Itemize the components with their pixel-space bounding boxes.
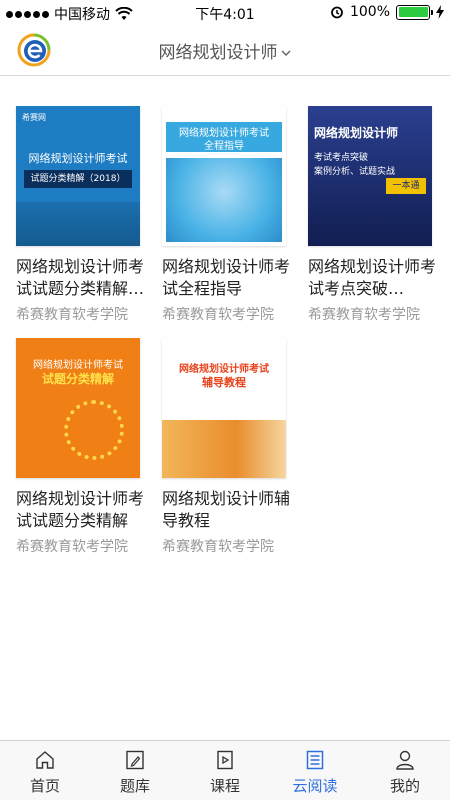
book-cover[interactable]: 网络规划设计师考试 试题分类精解 — [16, 338, 140, 478]
tab-label: 我的 — [389, 777, 420, 795]
question-bank-icon — [126, 750, 144, 770]
tab-label: 题库 — [119, 777, 150, 795]
book-title[interactable]: 网络规划设计师考试考点突破… — [308, 256, 446, 300]
tab-profile[interactable]: 我的 — [360, 741, 450, 800]
cover-subtitle: 全程指导 — [204, 141, 244, 152]
book-title[interactable]: 网络规划设计师考试试题分类精解 — [16, 488, 154, 532]
tab-label: 课程 — [209, 777, 240, 795]
course-play-icon — [217, 750, 233, 770]
book-title[interactable]: 网络规划设计师辅导教程 — [162, 488, 300, 532]
cover-subtitle: 试题分类精解 — [41, 372, 114, 386]
page-title: 网络规划设计师 — [158, 43, 278, 63]
cover-brand: 希赛网 — [22, 113, 46, 122]
bottom-tab-bar: 首页 题库 课程 云阅读 我的 — [0, 740, 450, 800]
charging-bolt-icon — [436, 5, 444, 19]
alarm-icon — [331, 6, 343, 19]
nav-bar: 网络规划设计师 — [0, 24, 450, 76]
cover-art — [166, 158, 282, 242]
status-bar: 中国移动 下午4:01 100% — [0, 0, 450, 24]
home-icon — [36, 751, 54, 769]
cover-tagline: 案例分析、试题实战 — [314, 167, 396, 177]
cover-title: 网络规划设计师考试 — [28, 152, 128, 165]
book-publisher: 希赛教育软考学院 — [16, 539, 128, 555]
tab-question-bank[interactable]: 题库 — [90, 741, 180, 800]
tab-home[interactable]: 首页 — [0, 741, 90, 800]
tab-cloud-reading[interactable]: 云阅读 — [270, 741, 360, 800]
chevron-down-icon — [280, 50, 291, 57]
book-publisher: 希赛教育软考学院 — [308, 307, 420, 323]
tab-courses[interactable]: 课程 — [180, 741, 270, 800]
book-title[interactable]: 网络规划设计师考试试题分类精解（2018） — [16, 256, 154, 300]
cover-title: 网络规划设计师 — [314, 126, 399, 140]
cover-subtitle: 试题分类精解（2018） — [24, 170, 132, 188]
cover-title: 网络规划设计师考试 — [179, 364, 269, 375]
cover-band — [16, 202, 140, 246]
book-publisher: 希赛教育软考学院 — [162, 307, 274, 323]
book-cover[interactable]: 网络规划设计师 考试考点突破 案例分析、试题实战 一本通 — [308, 106, 432, 246]
battery-icon — [396, 4, 433, 20]
profile-icon — [396, 750, 414, 770]
cover-subtitle: 考试考点突破 — [314, 153, 369, 163]
cover-art — [64, 400, 124, 460]
tab-label: 云阅读 — [292, 777, 338, 795]
book-cover[interactable]: 网络规划设计师考试 辅导教程 — [162, 338, 286, 478]
subject-selector[interactable]: 网络规划设计师 — [0, 38, 450, 63]
cover-title: 网络规划设计师考试 — [33, 360, 123, 371]
book-publisher: 希赛教育软考学院 — [16, 307, 128, 323]
book-title[interactable]: 网络规划设计师考试全程指导 — [162, 256, 300, 300]
cover-subtitle: 辅导教程 — [202, 376, 246, 389]
tab-label: 首页 — [29, 777, 60, 795]
cloud-reading-icon — [306, 750, 324, 770]
book-cover[interactable]: 网络规划设计师考试 全程指导 — [162, 106, 286, 246]
battery-percent: 100% — [349, 4, 390, 20]
cover-photo — [162, 420, 286, 478]
cover-badge: 一本通 — [386, 178, 426, 194]
book-publisher: 希赛教育软考学院 — [162, 539, 274, 555]
book-cover[interactable]: 希赛网 网络规划设计师考试 试题分类精解（2018） — [16, 106, 140, 246]
